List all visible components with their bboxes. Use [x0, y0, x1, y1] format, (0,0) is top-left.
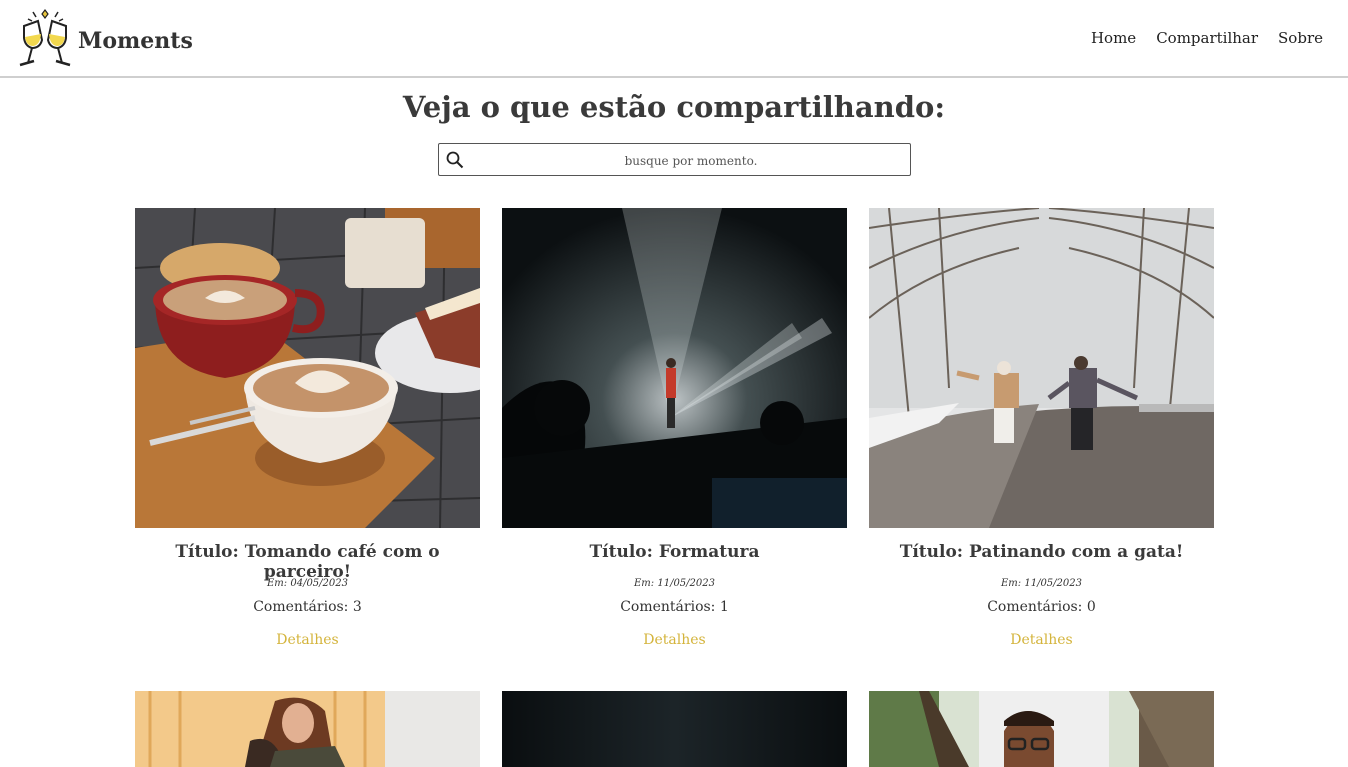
card-date: Em: 11/05/2023: [1001, 578, 1082, 589]
dark-stage-photo[interactable]: [502, 691, 847, 767]
moment-card: Título: Tomando café com o parceiro! Em:…: [135, 208, 480, 648]
moment-card: [502, 691, 847, 767]
nav-about-link[interactable]: Sobre: [1278, 29, 1323, 47]
card-title: Título: Tomando café com o parceiro!: [175, 542, 440, 582]
search-bar: [438, 143, 911, 177]
search-icon[interactable]: [446, 151, 464, 173]
details-link[interactable]: Detalhes: [276, 632, 338, 648]
card-title: Título: Formatura: [589, 542, 760, 562]
details-link[interactable]: Detalhes: [1010, 632, 1072, 648]
moment-card: [869, 691, 1214, 767]
card-comments: Comentários: 3: [253, 599, 362, 615]
navbar: Moments Home Compartilhar Sobre: [0, 0, 1348, 78]
moment-card: [135, 691, 480, 767]
card-comments: Comentários: 0: [987, 599, 1096, 615]
nav-menu: Home Compartilhar Sobre: [1091, 29, 1323, 47]
moment-card: Título: Patinando com a gata! Em: 11/05/…: [869, 208, 1214, 648]
nav-home-link[interactable]: Home: [1091, 29, 1136, 47]
brand-link[interactable]: Moments: [16, 8, 193, 70]
nav-share-link[interactable]: Compartilhar: [1156, 29, 1258, 47]
coffee-cups-photo[interactable]: [135, 208, 480, 528]
page-title: Veja o que estão compartilhando:: [402, 90, 946, 124]
moment-card: Título: Formatura Em: 11/05/2023 Comentá…: [502, 208, 847, 648]
card-date: Em: 04/05/2023: [267, 578, 348, 589]
concert-stage-photo[interactable]: [502, 208, 847, 528]
search-input[interactable]: [471, 144, 911, 177]
man-glasses-palms-photo[interactable]: [869, 691, 1214, 767]
details-link[interactable]: Detalhes: [643, 632, 705, 648]
snowy-road-couple-photo[interactable]: [869, 208, 1214, 528]
card-comments: Comentários: 1: [620, 599, 729, 615]
hugging-women-photo[interactable]: [135, 691, 480, 767]
card-date: Em: 11/05/2023: [634, 578, 715, 589]
champagne-toast-icon: [16, 8, 74, 70]
brand-name: Moments: [78, 28, 193, 54]
card-title: Título: Patinando com a gata!: [899, 542, 1184, 562]
